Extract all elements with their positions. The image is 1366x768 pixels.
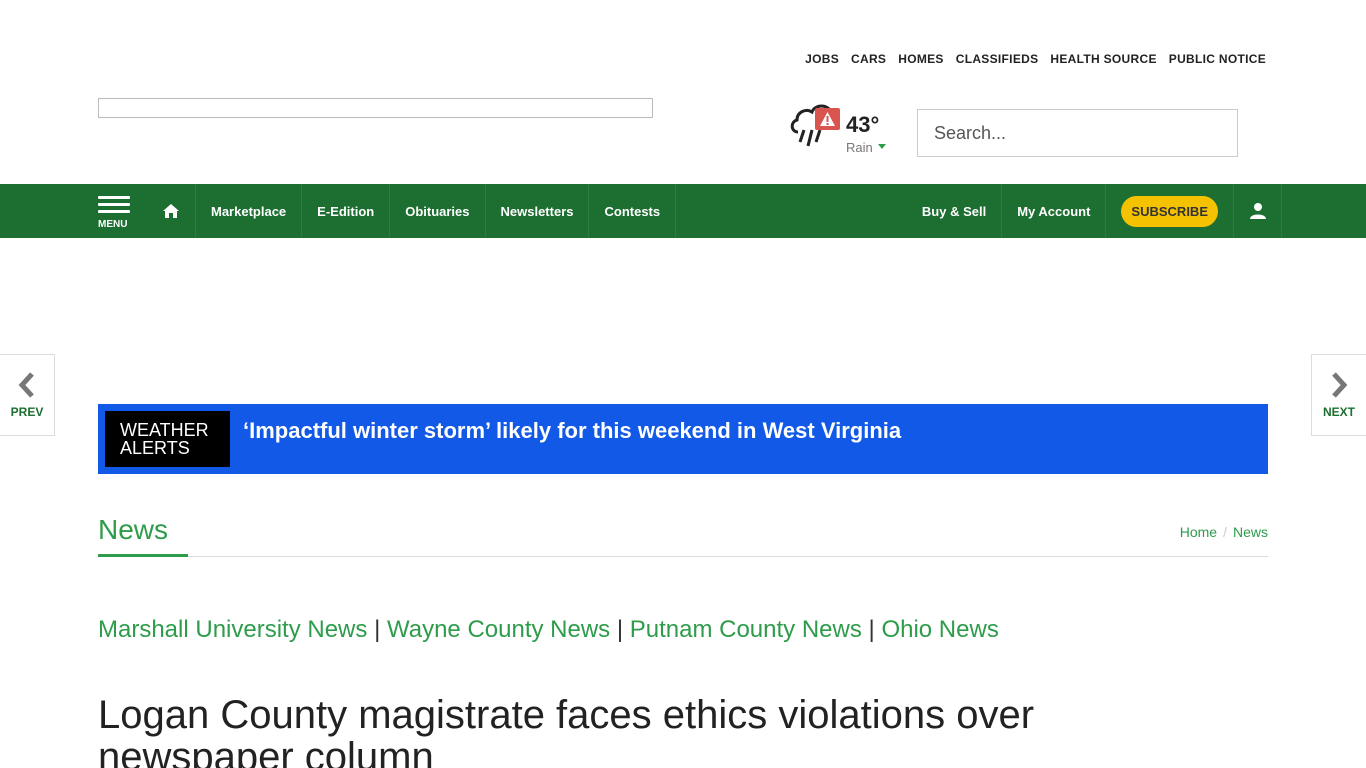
search-input[interactable] [917,109,1238,157]
home-icon [162,204,179,218]
nav-item-marketplace[interactable]: Marketplace [196,184,303,238]
menu-label: MENU [98,219,128,230]
user-icon [1249,203,1266,219]
section-title: News [98,514,169,545]
chevron-down-icon[interactable] [878,144,886,149]
section-divider [98,556,1268,557]
subnav-ohio-news[interactable]: Ohio News [881,616,998,643]
alert-headline[interactable]: ‘Impactful winter storm’ likely for this… [243,418,901,444]
top-utility-links: JOBS CARS HOMES CLASSIFIEDS HEALTH SOURC… [805,52,1266,66]
next-article-button[interactable]: NEXT [1311,354,1366,436]
subnav-separator: | [374,616,381,643]
menu-button[interactable]: MENU [98,184,146,238]
top-link-public-notice[interactable]: PUBLIC NOTICE [1169,52,1266,66]
subnav-wayne-county-news[interactable]: Wayne County News [387,616,610,643]
main-nav: MENU Marketplace E-Edition Obituaries Ne… [0,184,1366,238]
nav-item-contests[interactable]: Contests [589,184,677,238]
site-logo[interactable] [98,98,653,118]
nav-item-e-edition[interactable]: E-Edition [302,184,391,238]
nav-item-buy-sell[interactable]: Buy & Sell [907,184,1003,238]
section-title-underline [98,554,188,557]
breadcrumb-separator: / [1223,524,1227,540]
prev-label: PREV [10,405,44,419]
hamburger-icon [98,196,130,199]
weather-widget[interactable]: 43° Rain [788,100,898,156]
article-headline: Logan County magistrate faces ethics vio… [98,693,1035,768]
top-link-cars[interactable]: CARS [851,52,886,66]
home-button[interactable] [146,184,196,238]
breadcrumb-news[interactable]: News [1233,524,1268,540]
top-link-homes[interactable]: HOMES [898,52,944,66]
weather-alert-banner[interactable]: WEATHER ALERTS ‘Impactful winter storm’ … [98,404,1268,474]
prev-article-button[interactable]: PREV [0,354,55,436]
next-label: NEXT [1322,405,1355,419]
breadcrumb: Home / News [1180,524,1268,540]
nav-item-newsletters[interactable]: Newsletters [486,184,590,238]
chevron-left-icon [18,372,34,398]
subnav-marshall-university-news[interactable]: Marshall University News [98,616,367,643]
subnav-separator: | [868,616,875,643]
weather-alert-icon[interactable] [815,108,840,130]
top-link-classifieds[interactable]: CLASSIFIEDS [956,52,1039,66]
weather-condition: Rain [846,140,873,155]
subnav-putnam-county-news[interactable]: Putnam County News [630,616,862,643]
breadcrumb-home[interactable]: Home [1180,524,1217,540]
nav-item-my-account[interactable]: My Account [1002,184,1107,238]
nav-item-obituaries[interactable]: Obituaries [390,184,486,238]
weather-temperature: 43° [846,112,880,137]
top-link-health-source[interactable]: HEALTH SOURCE [1050,52,1156,66]
news-subnav: Marshall University News | Wayne County … [98,616,999,644]
top-link-jobs[interactable]: JOBS [805,52,839,66]
subscribe-container: SUBSCRIBE [1106,184,1234,238]
subnav-separator: | [616,616,624,643]
alert-tag: WEATHER ALERTS [105,411,230,467]
subscribe-button[interactable]: SUBSCRIBE [1121,195,1218,227]
user-account-button[interactable] [1234,184,1282,238]
chevron-right-icon [1332,372,1348,398]
